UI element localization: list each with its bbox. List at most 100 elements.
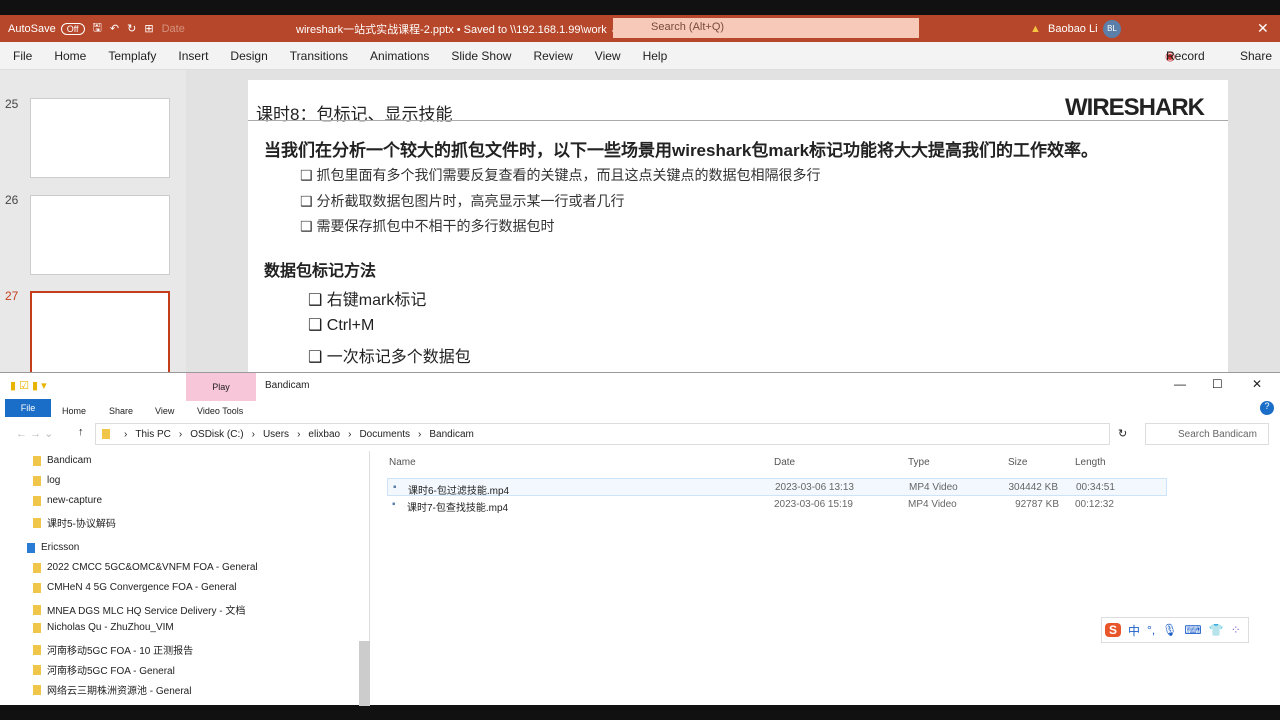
column-header-date[interactable]: Date bbox=[774, 457, 795, 468]
breadcrumb-item[interactable]: Documents bbox=[359, 429, 410, 440]
video-file-icon: ▪ bbox=[392, 499, 396, 510]
document-title[interactable]: wireshark一站式实战课程-2.pptx • Saved to \\192… bbox=[296, 21, 619, 37]
method-heading: 数据包标记方法 bbox=[264, 263, 377, 280]
breadcrumb-item[interactable]: Users bbox=[263, 429, 289, 440]
close-icon[interactable]: ✕ bbox=[1252, 377, 1262, 391]
search-input[interactable]: Search (Alt+Q) bbox=[613, 18, 919, 38]
tab-insert[interactable]: Insert bbox=[178, 49, 208, 63]
file-type: MP4 Video bbox=[909, 482, 958, 493]
building-icon bbox=[27, 542, 35, 553]
share-button[interactable]: Share bbox=[1240, 49, 1272, 63]
folder-icon bbox=[102, 429, 110, 439]
tab-play[interactable]: Play bbox=[186, 373, 256, 401]
sogou-logo-icon[interactable]: S bbox=[1105, 623, 1122, 637]
slide-thumbnails-panel[interactable]: 25 26 27 bbox=[0, 70, 186, 375]
file-length: 00:34:51 bbox=[1076, 482, 1115, 493]
tab-design[interactable]: Design bbox=[230, 49, 267, 63]
tab-file[interactable]: File bbox=[5, 399, 51, 417]
user-name[interactable]: Baobao Li bbox=[1048, 23, 1098, 35]
breadcrumb-item[interactable]: OSDisk (C:) bbox=[190, 429, 243, 440]
ribbon-tabs: File Home Templafy Insert Design Transit… bbox=[0, 42, 1280, 70]
nav-item[interactable]: Nicholas Qu - ZhuZhou_VIM bbox=[47, 622, 174, 633]
slide-number: 25 bbox=[5, 97, 19, 111]
tab-video-tools[interactable]: Video Tools bbox=[197, 406, 243, 416]
folder-icon bbox=[33, 475, 41, 486]
file-row[interactable]: ▪ 课时7-包查找技能.mp4 2023-03-06 15:19 MP4 Vid… bbox=[387, 496, 1167, 514]
microphone-icon[interactable]: 🎙 bbox=[1162, 623, 1177, 637]
breadcrumb-item[interactable]: elixbao bbox=[308, 429, 340, 440]
nav-item[interactable]: new-capture bbox=[47, 495, 102, 506]
address-bar[interactable]: › This PC › OSDisk (C:) › Users › elixbao › D… bbox=[95, 423, 1110, 445]
slide-thumbnail-selected[interactable] bbox=[30, 291, 170, 375]
tab-file[interactable]: File bbox=[13, 49, 32, 63]
help-icon[interactable]: ? bbox=[1260, 401, 1274, 415]
nav-item[interactable]: 课时5-协议解码 bbox=[47, 515, 116, 530]
nav-item[interactable]: MNEA DGS MLC HQ Service Delivery - 文档 bbox=[47, 602, 245, 617]
slide[interactable]: 课时8：包标记、显示技能 WIRESHARK 当我们在分析一个较大的抓包文件时，… bbox=[248, 80, 1228, 372]
avatar[interactable]: BL bbox=[1103, 19, 1121, 38]
divider bbox=[248, 120, 1228, 121]
tab-help[interactable]: Help bbox=[643, 49, 668, 63]
refresh-icon[interactable]: ↻ bbox=[1118, 427, 1127, 440]
method-item: Ctrl+M bbox=[326, 317, 375, 334]
nav-item[interactable]: CMHeN 4 5G Convergence FOA - General bbox=[47, 582, 237, 593]
folder-icon bbox=[33, 604, 41, 615]
nav-group[interactable]: Ericsson bbox=[41, 542, 79, 553]
tab-share[interactable]: Share bbox=[109, 406, 133, 416]
keyboard-icon[interactable]: ⌨ bbox=[1184, 623, 1201, 637]
back-forward-icons[interactable]: ← → ⌄ bbox=[16, 427, 53, 440]
slide-thumbnail[interactable] bbox=[30, 195, 170, 275]
explorer-title-bar: ▮ ☑ ▮ ▾ Play Bandicam — ☐ ✕ bbox=[0, 373, 1280, 401]
tab-home[interactable]: Home bbox=[62, 406, 86, 416]
present-icon[interactable]: ⊞ bbox=[144, 22, 153, 35]
window-title: Bandicam bbox=[265, 380, 310, 391]
up-icon[interactable]: ↑ bbox=[78, 426, 84, 438]
navigation-pane[interactable]: Bandicam log new-capture 课时5-协议解码 Ericss… bbox=[0, 451, 370, 706]
date-button[interactable]: Date bbox=[162, 23, 185, 35]
quick-access-icons[interactable]: ▮ ☑ ▮ ▾ bbox=[10, 379, 47, 392]
tab-transitions[interactable]: Transitions bbox=[290, 49, 348, 63]
column-header-type[interactable]: Type bbox=[908, 457, 930, 468]
tab-review[interactable]: Review bbox=[533, 49, 572, 63]
record-button[interactable]: Record bbox=[1166, 49, 1205, 63]
maximize-icon[interactable]: ☐ bbox=[1212, 377, 1223, 391]
tab-animations[interactable]: Animations bbox=[370, 49, 429, 63]
minimize-icon[interactable]: — bbox=[1174, 377, 1186, 391]
column-header-size[interactable]: Size bbox=[1008, 457, 1027, 468]
redo-icon[interactable]: ↻ bbox=[127, 22, 136, 35]
close-icon[interactable]: ✕ bbox=[1257, 20, 1269, 37]
folder-icon bbox=[33, 622, 41, 633]
nav-item[interactable]: 网络云三期株洲资源池 - General bbox=[47, 682, 191, 697]
nav-item[interactable]: log bbox=[47, 475, 60, 486]
method-item: 一次标记多个数据包 bbox=[326, 349, 471, 366]
save-icon[interactable]: 🖫 bbox=[93, 19, 102, 38]
folder-icon bbox=[33, 562, 41, 573]
ime-toolbar[interactable]: S 中 °, 🎙 ⌨ 👕 ⁘ bbox=[1101, 617, 1249, 643]
autosave-toggle[interactable]: Off bbox=[60, 22, 85, 35]
tab-templafy[interactable]: Templafy bbox=[108, 49, 156, 63]
column-header-name[interactable]: Name bbox=[389, 457, 416, 468]
scrollbar[interactable] bbox=[359, 641, 370, 706]
breadcrumb-item[interactable]: This PC bbox=[135, 429, 171, 440]
file-size: 304442 KB bbox=[1008, 482, 1059, 493]
tab-view[interactable]: View bbox=[155, 406, 174, 416]
breadcrumb-item[interactable]: Bandicam bbox=[429, 429, 473, 440]
nav-item[interactable]: Bandicam bbox=[47, 455, 91, 466]
ime-language[interactable]: 中 bbox=[1128, 622, 1140, 639]
nav-item[interactable]: 河南移动5GC FOA - 10 正测报告 bbox=[47, 642, 193, 657]
column-header-length[interactable]: Length bbox=[1075, 457, 1106, 468]
nav-item[interactable]: 2022 CMCC 5GC&OMC&VNFM FOA - General bbox=[47, 562, 258, 573]
tab-slide-show[interactable]: Slide Show bbox=[451, 49, 511, 63]
search-input[interactable]: Search Bandicam bbox=[1145, 423, 1269, 445]
undo-icon[interactable]: ↶ bbox=[110, 22, 119, 35]
file-explorer-window: ▮ ☑ ▮ ▾ Play Bandicam — ☐ ✕ File Home Sh… bbox=[0, 372, 1280, 706]
toolbox-icon[interactable]: ⁘ bbox=[1231, 623, 1241, 637]
slide-thumbnail[interactable] bbox=[30, 98, 170, 178]
nav-item[interactable]: 河南移动5GC FOA - General bbox=[47, 662, 175, 677]
tab-home[interactable]: Home bbox=[54, 49, 86, 63]
file-row[interactable]: ▪ 课时6-包过滤技能.mp4 2023-03-06 13:13 MP4 Vid… bbox=[387, 478, 1167, 497]
ime-punctuation[interactable]: °, bbox=[1147, 623, 1155, 637]
tab-view[interactable]: View bbox=[595, 49, 621, 63]
folder-icon bbox=[33, 455, 41, 466]
skin-icon[interactable]: 👕 bbox=[1209, 623, 1224, 637]
